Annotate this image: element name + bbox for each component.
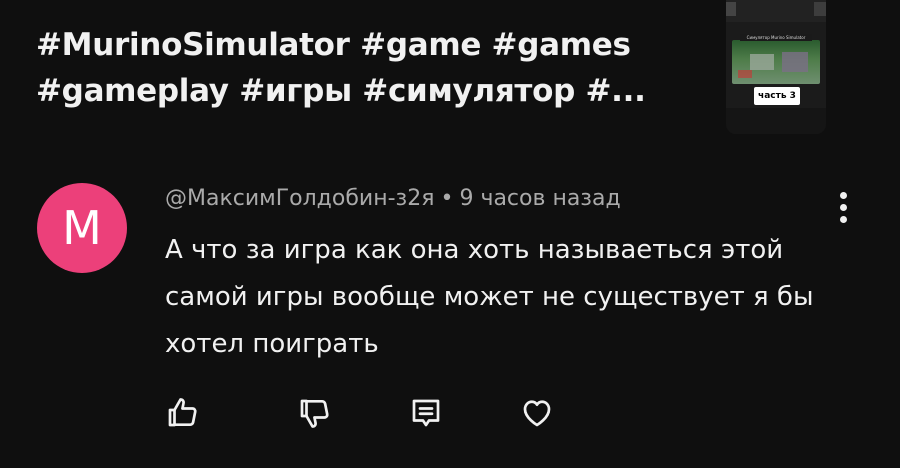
more-vertical-icon-dot bbox=[840, 204, 847, 211]
heart-button[interactable] bbox=[519, 395, 559, 435]
video-thumbnail[interactable]: Симулятор Murino Simulator часть 3 bbox=[726, 0, 826, 134]
comment-icon bbox=[412, 399, 440, 427]
thumbnail-top-strip bbox=[726, 0, 826, 22]
thumbnail-game-scene: Симулятор Murino Simulator bbox=[732, 34, 820, 84]
thumbs-down-icon bbox=[300, 399, 329, 428]
comment-text: А что за игра как она хоть называеться э… bbox=[165, 235, 814, 359]
comment-author[interactable]: @МаксимГолдобин-з2я bbox=[165, 186, 434, 211]
thumbnail-banner: Симулятор Murino Simulator bbox=[740, 34, 812, 41]
reply-button[interactable] bbox=[408, 395, 448, 435]
more-vertical-icon bbox=[840, 192, 847, 199]
video-title[interactable]: #MurinoSimulator #game #games #gameplay … bbox=[36, 22, 696, 114]
avatar[interactable]: M bbox=[37, 183, 127, 273]
comment-actions bbox=[0, 395, 900, 435]
thumbnail-part-label: часть 3 bbox=[754, 87, 800, 105]
thumbs-up-icon bbox=[168, 398, 197, 427]
comment-time: 9 часов назад bbox=[459, 186, 621, 211]
more-options-button[interactable] bbox=[830, 188, 858, 228]
thumbnail-bottom-strip bbox=[726, 108, 826, 134]
comment-meta: @МаксимГолдобин-з2я • 9 часов назад bbox=[165, 184, 621, 214]
more-vertical-icon-dot bbox=[840, 216, 847, 223]
heart-icon bbox=[523, 400, 551, 427]
dislike-button[interactable] bbox=[296, 395, 336, 435]
like-button[interactable] bbox=[164, 395, 204, 435]
meta-separator: • bbox=[440, 186, 454, 211]
